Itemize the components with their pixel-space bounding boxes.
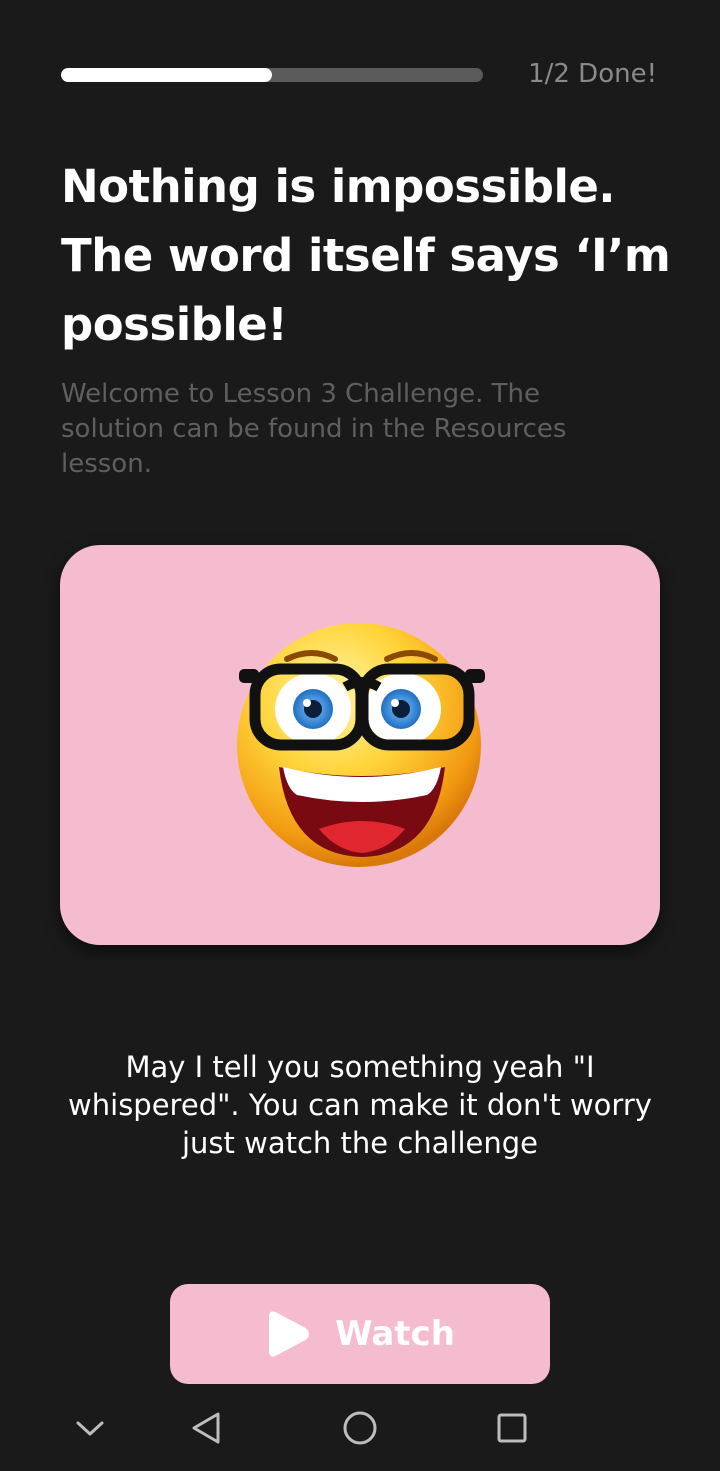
watch-button-label: Watch (335, 1314, 455, 1354)
progress-label: 1/2 Done! (528, 59, 657, 89)
recents-square-icon[interactable] (490, 1406, 534, 1450)
nerd-emoji-icon (237, 623, 485, 867)
progress-bar-fill (61, 68, 272, 82)
back-triangle-icon[interactable] (184, 1406, 228, 1450)
chevron-down-icon[interactable] (68, 1406, 112, 1450)
progress-section: 1/2 Done! (61, 56, 661, 92)
lesson-subtitle: Welcome to Lesson 3 Challenge. The solut… (61, 379, 567, 479)
encouragement-message: May I tell you something yeah "I whisper… (68, 1050, 652, 1160)
media-card (60, 545, 660, 945)
play-icon (269, 1311, 310, 1357)
progress-bar (61, 68, 483, 82)
watch-button[interactable]: Watch (170, 1284, 550, 1384)
home-circle-icon[interactable] (338, 1406, 382, 1450)
system-navigation-bar (0, 1390, 720, 1466)
lesson-headline: Nothing is impossible. The word itself s… (61, 160, 671, 351)
